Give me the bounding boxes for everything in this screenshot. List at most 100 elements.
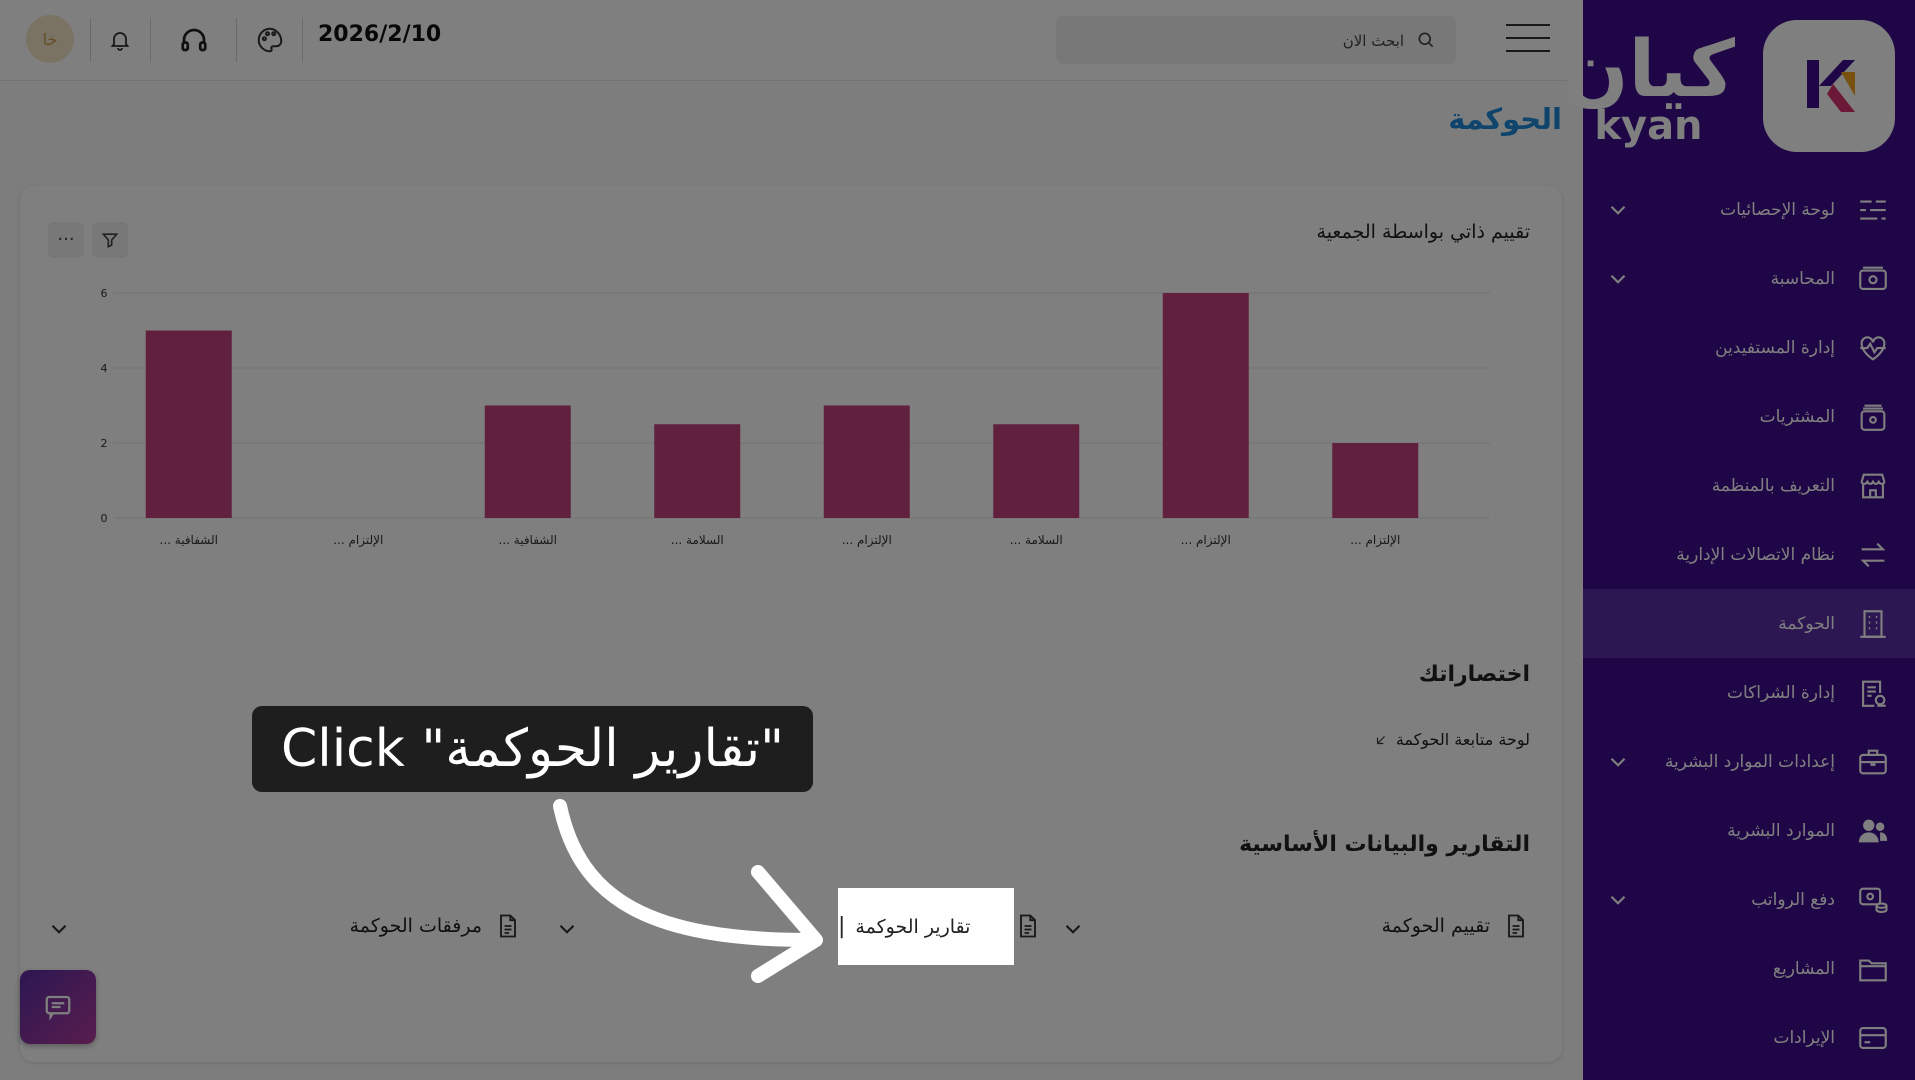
sidebar: كيان kyan لوحة الإحصائيات المحاسبة إدارة… <box>1562 0 1915 1080</box>
sidebar-item-label: إدارة المستفيدين <box>1715 337 1835 358</box>
arrows-exchange-icon <box>1853 535 1893 575</box>
search-box[interactable] <box>1056 16 1456 66</box>
chart-bar[interactable] <box>823 405 910 519</box>
sidebar-item-partnerships[interactable]: إدارة الشراكات <box>1583 658 1915 727</box>
arrow-up-left-icon <box>1376 735 1385 744</box>
sidebar-item-projects[interactable]: المشاريع <box>1583 934 1915 1003</box>
sidebar-item-beneficiaries[interactable]: إدارة المستفيدين <box>1583 313 1915 382</box>
chevron-down-icon[interactable] <box>46 916 72 942</box>
chart-bar[interactable] <box>145 330 232 519</box>
report-label: تقييم الحوكمة <box>1381 915 1490 937</box>
payroll-icon <box>1853 880 1893 920</box>
avatar[interactable]: خا <box>26 15 74 63</box>
menu-toggle-button[interactable] <box>1506 24 1550 56</box>
sliders-icon <box>1853 190 1893 230</box>
report-governance-evaluation[interactable]: تقييم الحوكمة <box>1382 906 1530 946</box>
chevron-down-icon[interactable] <box>1605 266 1631 292</box>
folder-icon <box>1853 949 1893 989</box>
chevron-down-icon[interactable] <box>1605 197 1631 223</box>
x-tick-label: ... الشفافية <box>499 533 557 547</box>
bar-chart: 0 2 4 6 ... الشفافية ... الإلتزام ... الشفافية… <box>101 287 1490 548</box>
y-tick-label: 0 <box>101 512 108 525</box>
building-icon <box>1853 604 1893 644</box>
chevron-down-icon[interactable] <box>1605 887 1631 913</box>
chevron-down-icon[interactable] <box>1060 916 1086 942</box>
chart-bar[interactable] <box>484 405 571 519</box>
sidebar-item-organization[interactable]: التعريف بالمنظمة <box>1583 451 1915 520</box>
divider <box>90 18 91 62</box>
pointer-arrow-icon <box>553 799 823 983</box>
sidebar-item-label: المحاسبة <box>1770 268 1835 289</box>
document-icon <box>1020 914 1036 938</box>
sidebar-item-label: نظام الاتصالات الإدارية <box>1676 544 1835 565</box>
sidebar-item-revenues[interactable]: الإيرادات <box>1583 1003 1915 1072</box>
brand-logo: كيان kyan <box>1562 20 1895 160</box>
contract-icon <box>1853 673 1893 713</box>
shortcut-link-governance-dashboard[interactable]: لوحة متابعة الحوكمة <box>1374 730 1530 749</box>
report-label: تقارير الحوكمة <box>855 915 971 938</box>
chat-icon <box>45 995 71 1021</box>
x-tick-label: ... الإلتزام <box>1350 533 1400 548</box>
sidebar-item-label: الإيرادات <box>1773 1027 1835 1048</box>
chart-bar[interactable] <box>654 424 741 518</box>
shortcut-label: لوحة متابعة الحوكمة <box>1395 730 1530 749</box>
page-title: الحوكمة <box>1448 102 1562 136</box>
card-icon <box>1853 1018 1893 1058</box>
y-tick-label: 2 <box>101 437 108 450</box>
divider <box>150 18 151 62</box>
search-input[interactable] <box>1072 16 1406 66</box>
x-tick-label: ... الإلتزام <box>1181 533 1231 548</box>
money-icon <box>1853 259 1893 299</box>
store-icon <box>1853 466 1893 506</box>
sidebar-item-payroll[interactable]: دفع الرواتب <box>1583 865 1915 934</box>
bell-icon[interactable] <box>102 22 138 58</box>
sidebar-item-label: دفع الرواتب <box>1751 889 1835 910</box>
x-tick-label: ... الإلتزام <box>842 533 892 548</box>
x-tick-label: ... الإلتزام <box>333 533 383 548</box>
y-tick-label: 4 <box>101 362 108 375</box>
chart-title: تقييم ذاتي بواسطة الجمعية <box>1316 221 1530 243</box>
headset-icon[interactable] <box>176 22 212 58</box>
divider <box>302 18 303 62</box>
sidebar-item-label: لوحة الإحصائيات <box>1720 199 1835 220</box>
bag-icon <box>1853 397 1893 437</box>
chart-bar[interactable] <box>993 424 1080 518</box>
sidebar-item-label: المشتريات <box>1759 406 1835 427</box>
sidebar-item-hr[interactable]: الموارد البشرية <box>1583 796 1915 865</box>
users-icon <box>1853 811 1893 851</box>
document-icon <box>500 914 516 938</box>
sidebar-item-label: التعريف بالمنظمة <box>1711 475 1835 496</box>
sidebar-item-purchases[interactable]: المشتريات <box>1583 382 1915 451</box>
chat-button[interactable] <box>20 970 96 1044</box>
sidebar-item-label: إعدادات الموارد البشرية <box>1664 751 1835 772</box>
report-governance-reports[interactable]: تقارير الحوكمة | <box>838 888 1014 965</box>
palette-icon[interactable] <box>252 22 288 58</box>
chart-bar[interactable] <box>1162 293 1249 518</box>
document-icon <box>1508 914 1524 938</box>
divider <box>236 18 237 62</box>
sidebar-item-label: إدارة الشراكات <box>1727 682 1835 703</box>
sidebar-item-communications[interactable]: نظام الاتصالات الإدارية <box>1583 520 1915 589</box>
sidebar-item-accounting[interactable]: المحاسبة <box>1583 244 1915 313</box>
sidebar-item-statistics[interactable]: لوحة الإحصائيات <box>1583 175 1915 244</box>
search-icon <box>1418 32 1434 48</box>
brand-name-ar: كيان <box>1561 25 1735 115</box>
logo-mark <box>1763 20 1895 152</box>
sidebar-item-governance[interactable]: الحوكمة <box>1583 589 1915 658</box>
top-bar: خا 2026/2/10 <box>0 0 1583 81</box>
x-tick-label: ... الشفافية <box>160 533 218 547</box>
y-tick-label: 6 <box>101 287 108 300</box>
shortcuts-title: اختصاراتك <box>1418 662 1530 687</box>
sidebar-item-label: المشاريع <box>1772 958 1835 979</box>
report-governance-attachments[interactable]: مرفقات الحوكمة <box>350 906 522 946</box>
ellipsis-icon: ··· <box>57 229 75 250</box>
x-tick-label: ... السلامة <box>1010 533 1063 547</box>
chevron-down-icon[interactable] <box>1605 749 1631 775</box>
heart-pulse-icon <box>1853 328 1893 368</box>
x-tick-label: ... السلامة <box>671 533 724 547</box>
sidebar-item-label: الموارد البشرية <box>1727 820 1835 841</box>
sidebar-item-hr-settings[interactable]: إعدادات الموارد البشرية <box>1583 727 1915 796</box>
chart-bar[interactable] <box>1332 443 1419 518</box>
current-date: 2026/2/10 <box>318 22 442 47</box>
sidebar-nav: لوحة الإحصائيات المحاسبة إدارة المستفيدي… <box>1583 175 1915 1072</box>
